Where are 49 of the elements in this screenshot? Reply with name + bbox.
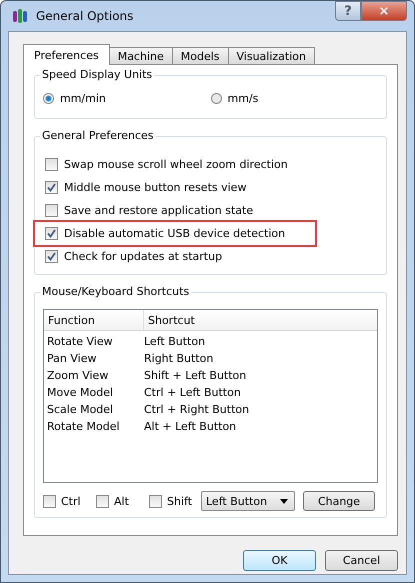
- tab[interactable]: Visualization: [228, 47, 315, 64]
- checkbox-label: Alt: [114, 494, 129, 508]
- ok-button[interactable]: OK: [243, 550, 316, 571]
- app-icon: [12, 8, 28, 24]
- help-button[interactable]: ?: [335, 1, 361, 21]
- checkbox[interactable]: [45, 204, 58, 217]
- table-cell: Shift + Left Button: [144, 369, 246, 382]
- checkbox[interactable]: [45, 181, 58, 194]
- checkbox-label: Shift: [167, 494, 192, 508]
- table-cell: Ctrl + Right Button: [144, 403, 250, 416]
- table-cell-text: Rotate Model: [46, 420, 121, 433]
- checkbox[interactable]: [45, 158, 58, 171]
- checkbox[interactable]: [45, 227, 58, 240]
- radio-label: mm/s: [228, 92, 258, 105]
- group-title: General Preferences: [40, 129, 156, 142]
- checkbox-label: Ctrl: [61, 494, 81, 508]
- table-cell: Right Button: [144, 352, 214, 365]
- table-cell-text: Pan View: [46, 352, 98, 365]
- tab[interactable]: Preferences: [23, 44, 110, 65]
- checkbox-label: Swap mouse scroll wheel zoom direction: [64, 158, 288, 171]
- table-cell-text: Scale Model: [46, 403, 114, 416]
- checkbox-label: Check for updates at startup: [64, 250, 222, 263]
- tab[interactable]: Models: [172, 47, 229, 64]
- checkbox[interactable]: [43, 494, 56, 508]
- table-cell: Ctrl + Left Button: [144, 386, 241, 399]
- button-dropdown[interactable]: Left Button: [201, 491, 295, 511]
- checkbox[interactable]: [96, 494, 109, 508]
- radio-button[interactable]: [43, 93, 54, 104]
- table-cell: Alt + Left Button: [144, 420, 236, 433]
- table-cell-text: Move Model: [46, 386, 114, 399]
- caret-icon: [280, 498, 288, 504]
- table-cell: Left Button: [144, 335, 206, 348]
- checkbox[interactable]: [45, 250, 58, 263]
- group-title: Mouse/Keyboard Shortcuts: [40, 285, 192, 298]
- cancel-button[interactable]: Cancel: [325, 550, 398, 571]
- radio-label: mm/min: [60, 92, 106, 105]
- column-header[interactable]: Shortcut: [144, 310, 195, 330]
- tab[interactable]: Machine: [108, 47, 173, 64]
- radio-button[interactable]: [210, 93, 222, 104]
- column-header[interactable]: Function: [44, 310, 144, 330]
- group-title: Speed Display Units: [40, 68, 154, 81]
- table-cell-text: Rotate View: [46, 335, 114, 348]
- checkbox-label: Save and restore application state: [64, 204, 254, 217]
- checkbox[interactable]: [149, 494, 162, 508]
- table-cell-text: Zoom View: [46, 369, 110, 382]
- checkbox-label: Disable automatic USB device detection: [64, 227, 286, 240]
- window-title: General Options: [36, 9, 134, 23]
- change-button[interactable]: Change: [303, 491, 375, 511]
- checkbox-label: Middle mouse button resets view: [64, 181, 246, 194]
